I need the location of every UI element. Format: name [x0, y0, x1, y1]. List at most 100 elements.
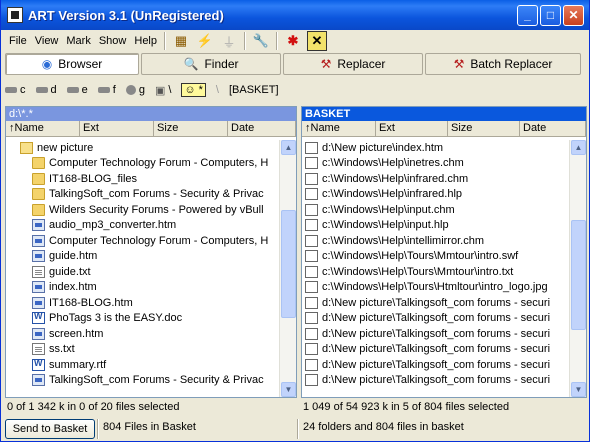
file-icon	[305, 219, 318, 232]
file-row[interactable]: TalkingSoft_com Forums - Security & Priv…	[6, 187, 279, 203]
file-icon	[305, 281, 318, 294]
basket-row[interactable]: d:\New picture\Talkingsoft_com forums - …	[302, 326, 569, 342]
file-row[interactable]: IT168-BLOG_files	[6, 171, 279, 187]
app-window: ART Version 3.1 (UnRegistered) _ □ ✕ Fil…	[0, 0, 590, 442]
scroll-up-button[interactable]: ▲	[571, 140, 586, 155]
basket-row[interactable]: c:\Windows\Help\Tours\Htmltour\intro_log…	[302, 280, 569, 296]
tab-replacer[interactable]: ⚒ Replacer	[283, 53, 423, 75]
x-box-icon[interactable]: ✕	[307, 31, 327, 51]
drive-c[interactable]: c	[5, 84, 26, 96]
menu-mark[interactable]: Mark	[62, 35, 94, 47]
asterisk-icon[interactable]: ✱	[283, 31, 303, 51]
file-row[interactable]: IT168-BLOG.htm	[6, 295, 279, 311]
file-name: new picture	[37, 141, 94, 154]
close-button[interactable]: ✕	[563, 4, 584, 26]
drive-g[interactable]: g	[125, 84, 145, 96]
scroll-up-button[interactable]: ▲	[281, 140, 296, 155]
file-row[interactable]: PhoTags 3 is the EASY.doc	[6, 311, 279, 327]
col-name[interactable]: ↑Name	[6, 121, 80, 136]
basket-scrollbar[interactable]: ▲ ▼	[569, 140, 586, 397]
file-row[interactable]: guide.txt	[6, 264, 279, 280]
menu-view[interactable]: View	[31, 35, 63, 47]
basket-row[interactable]: d:\New picture\index.htm	[302, 140, 569, 156]
basket-row[interactable]: c:\Windows\Help\infrared.hlp	[302, 187, 569, 203]
file-icon	[305, 374, 318, 387]
basket-row[interactable]: c:\Windows\Help\intellimirror.chm	[302, 233, 569, 249]
col-date[interactable]: Date	[520, 121, 586, 136]
basket-button[interactable]: [BASKET]	[229, 84, 279, 96]
file-row[interactable]: Wilders Security Forums - Powered by vBu…	[6, 202, 279, 218]
scroll-thumb[interactable]	[571, 220, 586, 330]
basket-file-list[interactable]: d:\New picture\index.htm c:\Windows\Help\…	[302, 140, 569, 397]
drive-label: c	[20, 84, 26, 96]
col-size[interactable]: Size	[154, 121, 228, 136]
globe-icon: ◉	[41, 57, 53, 71]
tab-batch-replacer[interactable]: ⚒ Batch Replacer	[425, 53, 581, 75]
col-name[interactable]: ↑Name	[302, 121, 376, 136]
folder-icon	[32, 172, 45, 185]
file-path: c:\Windows\Help\Tours\Mmtour\intro.swf	[322, 250, 519, 263]
htm-icon	[32, 234, 45, 247]
file-row[interactable]: TalkingSoft_com Forums - Security & Priv…	[6, 373, 279, 389]
file-row[interactable]: Computer Technology Forum - Computers, H	[6, 156, 279, 172]
basket-status: 1 049 of 54 923 k in 5 of 804 files sele…	[303, 401, 510, 413]
col-size[interactable]: Size	[448, 121, 520, 136]
basket-row[interactable]: d:\New picture\Talkingsoft_com forums - …	[302, 357, 569, 373]
tab-finder[interactable]: 🔍 Finder	[141, 53, 281, 75]
tab-browser[interactable]: ◉ Browser	[5, 53, 139, 75]
plug-icon[interactable]: ⏚	[219, 31, 239, 51]
file-row[interactable]: Computer Technology Forum - Computers, H	[6, 233, 279, 249]
maximize-button[interactable]: □	[540, 4, 561, 26]
file-row[interactable]: audio_mp3_converter.htm	[6, 218, 279, 234]
htm-icon	[32, 219, 45, 232]
send-to-basket-button[interactable]: Send to Basket	[5, 419, 95, 439]
basket-row[interactable]: c:\Windows\Help\inetres.chm	[302, 156, 569, 172]
file-name: index.htm	[49, 281, 97, 294]
grid-icon[interactable]: ▦	[171, 31, 191, 51]
basket-row[interactable]: c:\Windows\Help\Tours\Mmtour\intro.txt	[302, 264, 569, 280]
col-date[interactable]: Date	[228, 121, 296, 136]
root-folder-button[interactable]: ▣ \	[155, 84, 171, 97]
basket-row[interactable]: d:\New picture\Talkingsoft_com forums - …	[302, 342, 569, 358]
file-name: Wilders Security Forums - Powered by vBu…	[49, 203, 264, 216]
root-button[interactable]: \	[216, 84, 219, 96]
window-title: ART Version 3.1 (UnRegistered)	[28, 7, 224, 23]
file-row[interactable]: summary.rtf	[6, 357, 279, 373]
menu-show[interactable]: Show	[95, 35, 131, 47]
basket-row[interactable]: d:\New picture\Talkingsoft_com forums - …	[302, 373, 569, 389]
menu-help[interactable]: Help	[130, 35, 161, 47]
basket-row[interactable]: c:\Windows\Help\input.chm	[302, 202, 569, 218]
file-path: c:\Windows\Help\Tours\Htmltour\intro_log…	[322, 281, 548, 294]
tab-label: Browser	[58, 57, 103, 71]
file-path: c:\Windows\Help\Tours\Mmtour\intro.txt	[322, 265, 514, 278]
scroll-down-button[interactable]: ▼	[281, 382, 296, 397]
col-ext[interactable]: Ext	[376, 121, 448, 136]
col-ext[interactable]: Ext	[80, 121, 154, 136]
basket-row[interactable]: c:\Windows\Help\input.hlp	[302, 218, 569, 234]
file-row[interactable]: ss.txt	[6, 342, 279, 358]
minimize-button[interactable]: _	[517, 4, 538, 26]
file-row[interactable]: index.htm	[6, 280, 279, 296]
drive-f[interactable]: f	[97, 84, 116, 96]
scroll-down-button[interactable]: ▼	[571, 382, 586, 397]
drive-d[interactable]: d	[35, 84, 57, 96]
left-file-list[interactable]: new picture Computer Technology Forum - C…	[6, 140, 279, 397]
file-row[interactable]: guide.htm	[6, 249, 279, 265]
filter-button[interactable]: ☺ *	[181, 83, 206, 97]
folder-icon	[32, 203, 45, 216]
basket-row[interactable]: d:\New picture\Talkingsoft_com forums - …	[302, 295, 569, 311]
title-bar[interactable]: ART Version 3.1 (UnRegistered) _ □ ✕	[1, 0, 589, 30]
app-icon	[7, 7, 23, 23]
file-row[interactable]: screen.htm	[6, 326, 279, 342]
wrench-icon[interactable]: 🔧	[251, 31, 271, 51]
basket-row[interactable]: c:\Windows\Help\Tours\Mmtour\intro.swf	[302, 249, 569, 265]
basket-row[interactable]: d:\New picture\Talkingsoft_com forums - …	[302, 311, 569, 327]
drive-e[interactable]: e	[66, 84, 88, 96]
file-icon	[305, 234, 318, 247]
scroll-thumb[interactable]	[281, 210, 296, 318]
left-scrollbar[interactable]: ▲ ▼	[279, 140, 296, 397]
basket-row[interactable]: c:\Windows\Help\infrared.chm	[302, 171, 569, 187]
bolt-icon[interactable]: ⚡	[195, 31, 215, 51]
file-row[interactable]: new picture	[6, 140, 279, 156]
menu-file[interactable]: File	[5, 35, 31, 47]
